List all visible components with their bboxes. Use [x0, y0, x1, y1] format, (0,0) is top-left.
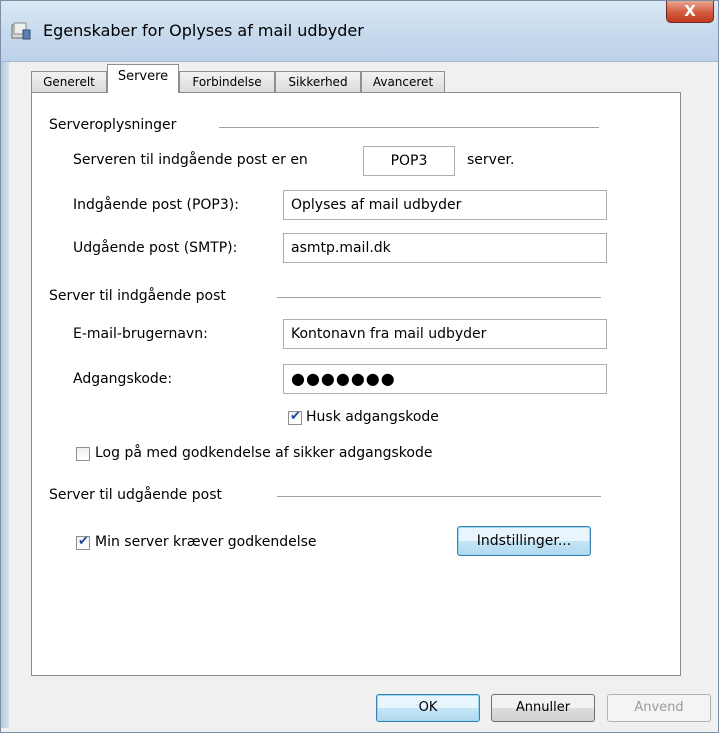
close-icon: X [684, 2, 696, 20]
remember-password-checkbox[interactable]: ✔ [288, 409, 302, 425]
tab-generelt[interactable]: Generelt [31, 71, 107, 92]
smtp-auth-label: Min server kræver godkendelse [95, 534, 317, 550]
outgoing-server-label: Udgående post (SMTP): [73, 240, 238, 256]
outgoing-auth-heading: Server til udgående post [49, 487, 222, 503]
checkmark-icon: ✔ [290, 409, 301, 424]
settings-button[interactable]: Indstillinger... [457, 526, 591, 556]
password-input[interactable]: ●●●●●●● [283, 364, 607, 394]
incoming-auth-heading: Server til indgående post [49, 288, 226, 304]
tab-forbindelse[interactable]: Forbindelse [179, 71, 275, 92]
mail-account-icon [11, 22, 31, 40]
remember-password-label: Husk adgangskode [306, 409, 439, 425]
spa-login-label: Log på med godkendelse af sikker adgangs… [95, 445, 433, 461]
tab-servere[interactable]: Servere [107, 64, 179, 93]
tab-label: Servere [117, 69, 169, 84]
outgoing-server-input[interactable]: asmtp.mail.dk [283, 233, 607, 263]
cancel-button[interactable]: Annuller [491, 694, 595, 722]
incoming-server-label: Indgående post (POP3): [73, 197, 239, 213]
properties-dialog: Egenskaber for Oplyses af mail udbyder X… [0, 0, 719, 733]
tab-label: Sikkerhed [288, 75, 348, 89]
tab-label: Forbindelse [192, 75, 262, 89]
tab-avanceret[interactable]: Avanceret [361, 71, 445, 92]
smtp-auth-checkbox[interactable]: ✔ [76, 534, 90, 550]
title-bar: Egenskaber for Oplyses af mail udbyder X [1, 1, 718, 62]
group-divider [277, 496, 601, 497]
tab-sikkerhed[interactable]: Sikkerhed [275, 71, 361, 92]
username-label: E-mail-brugernavn: [73, 326, 208, 342]
username-input[interactable]: Kontonavn fra mail udbyder [283, 319, 607, 349]
tab-label: Avanceret [372, 75, 434, 89]
incoming-server-input[interactable]: Oplyses af mail udbyder [283, 190, 607, 220]
server-type-suffix: server. [467, 152, 515, 168]
apply-button[interactable]: Anvend [607, 694, 711, 722]
server-type-label: Serveren til indgående post er en [73, 152, 308, 168]
server-type-field[interactable]: POP3 [363, 146, 455, 176]
server-info-heading: Serveroplysninger [49, 117, 177, 133]
ok-button[interactable]: OK [376, 694, 480, 722]
window-frame-left [1, 62, 9, 728]
close-button[interactable]: X [666, 1, 714, 23]
password-label: Adgangskode: [73, 371, 173, 387]
window-title: Egenskaber for Oplyses af mail udbyder [43, 21, 364, 40]
tab-label: Generelt [43, 75, 95, 89]
group-divider [277, 297, 601, 298]
group-divider [219, 127, 599, 128]
checkmark-icon: ✔ [78, 534, 89, 549]
spa-login-checkbox[interactable] [76, 447, 90, 461]
